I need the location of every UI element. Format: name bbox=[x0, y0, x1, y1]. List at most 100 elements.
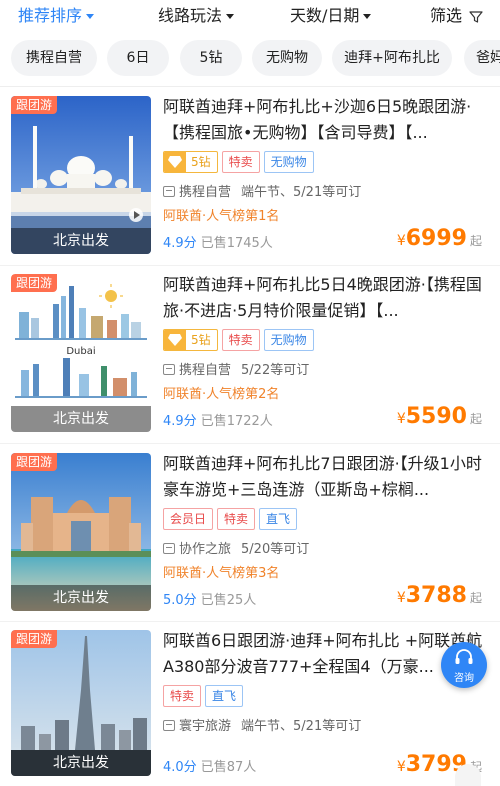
price-value: 5590 bbox=[405, 404, 467, 429]
sort-recommended-label: 推荐排序 bbox=[18, 6, 83, 25]
tag-direct-flight: 直飞 bbox=[205, 685, 244, 707]
scroll-top-handle[interactable] bbox=[455, 764, 481, 786]
chevron-down-icon bbox=[363, 14, 372, 19]
quick-filter-tags: 携程自营 6日 5钻 无购物 迪拜+阿布扎比 爸妈 bbox=[0, 38, 500, 82]
price: ¥5590 起 bbox=[397, 404, 482, 429]
svg-text:Dubai: Dubai bbox=[66, 346, 95, 357]
diamond-icon bbox=[168, 156, 182, 168]
product-title[interactable]: 阿联酋迪拜+阿布扎比+沙迦6日5晚跟团游·【携程国旅•无购物】【含司导费】【..… bbox=[163, 94, 483, 146]
score-row: 4.9分 已售1745人 bbox=[163, 234, 273, 254]
sold-count: 已售1722人 bbox=[200, 414, 273, 429]
supplier-row: 协作之旅 5/20等可订 bbox=[163, 541, 309, 559]
supplier-name: 寰宇旅游 bbox=[179, 719, 232, 734]
rating-score: 4.0分 bbox=[163, 760, 197, 775]
score-row: 5.0分 已售25人 bbox=[163, 591, 256, 611]
score-row: 4.0分 已售87人 bbox=[163, 758, 256, 778]
tag-sale: 特卖 bbox=[163, 685, 202, 707]
play-icon[interactable] bbox=[129, 208, 143, 222]
product-image: 跟团游 北京出发 bbox=[11, 453, 151, 611]
departure-city: 北京出发 bbox=[11, 228, 151, 254]
supplier-icon bbox=[163, 186, 175, 197]
tag-sale: 特卖 bbox=[221, 151, 260, 173]
price-suffix: 起 bbox=[469, 412, 482, 426]
quick-tag[interactable]: 无购物 bbox=[252, 40, 322, 76]
score-row: 4.9分 已售1722人 bbox=[163, 412, 273, 432]
product-image: 跟团游 北京出发 bbox=[11, 96, 151, 254]
departure-city: 北京出发 bbox=[11, 750, 151, 776]
sort-filter-bar: 推荐排序 线路玩法 天数/日期 筛选 bbox=[0, 0, 500, 34]
rating-score: 5.0分 bbox=[163, 593, 197, 608]
tour-type-badge: 跟团游 bbox=[11, 96, 58, 114]
sort-recommended[interactable]: 推荐排序 bbox=[18, 5, 95, 27]
supplier-icon bbox=[163, 543, 175, 554]
availability-note: 5/22等可订 bbox=[241, 363, 310, 378]
departure-city: 北京出发 bbox=[11, 585, 151, 611]
price-suffix: 起 bbox=[469, 234, 482, 248]
tag-no-shopping: 无购物 bbox=[263, 151, 314, 173]
tag-direct-flight: 直飞 bbox=[259, 508, 298, 530]
divider bbox=[0, 265, 500, 266]
product-card[interactable]: 跟团游 北京出发 阿联酋6日跟团游·迪拜+阿布扎比 +阿联酋航A380部分波音7… bbox=[0, 630, 500, 786]
sort-route-type[interactable]: 线路玩法 bbox=[158, 5, 235, 27]
product-card[interactable]: 跟团游 北京出发 阿联酋迪拜+阿布扎比+沙迦6日5晚跟团游·【携程国旅•无购物】… bbox=[0, 96, 500, 276]
supplier-icon bbox=[163, 720, 175, 731]
product-image: Dubai 跟团游 北京出发 bbox=[11, 274, 151, 432]
supplier-name: 携程自营 bbox=[179, 185, 232, 200]
sold-count: 已售25人 bbox=[200, 593, 257, 608]
product-card[interactable]: 跟团游 北京出发 阿联酋迪拜+阿布扎比7日跟团游·【升级1小时豪车游览+三岛连游… bbox=[0, 453, 500, 633]
sold-count: 已售1745人 bbox=[200, 236, 273, 251]
filter-button[interactable]: 筛选 bbox=[430, 5, 483, 27]
supplier-row: 携程自营 5/22等可订 bbox=[163, 362, 309, 380]
supplier-name: 协作之旅 bbox=[179, 542, 232, 557]
divider bbox=[0, 86, 500, 87]
product-title[interactable]: 阿联酋迪拜+阿布扎比5日4晚跟团游·【携程国旅·不进店·5月特价限量促销】【..… bbox=[163, 272, 483, 324]
tour-type-badge: 跟团游 bbox=[11, 630, 58, 648]
price: ¥6999 起 bbox=[397, 226, 482, 251]
quick-tag[interactable]: 6日 bbox=[107, 40, 169, 76]
chevron-down-icon bbox=[226, 14, 235, 19]
tour-type-badge: 跟团游 bbox=[11, 453, 58, 471]
supplier-icon bbox=[163, 364, 175, 375]
divider bbox=[0, 621, 500, 622]
product-tags: 会员日 特卖 直飞 bbox=[163, 508, 301, 530]
sort-days-date[interactable]: 天数/日期 bbox=[290, 5, 372, 27]
product-card[interactable]: Dubai 跟团游 北京出发 阿联酋迪拜+阿布扎比5日4晚跟团游·【携程国旅·不… bbox=[0, 274, 500, 454]
availability-note: 5/20等可订 bbox=[241, 542, 310, 557]
popularity-rank: 阿联酋·人气榜第3名 bbox=[163, 566, 280, 581]
filter-funnel-icon bbox=[469, 10, 483, 23]
tag-sale: 特卖 bbox=[217, 508, 256, 530]
sort-days-date-label: 天数/日期 bbox=[290, 6, 360, 25]
filter-label: 筛选 bbox=[430, 6, 463, 25]
divider bbox=[0, 443, 500, 444]
consult-button[interactable]: 咨询 bbox=[441, 642, 487, 688]
product-image: 跟团游 北京出发 bbox=[11, 630, 151, 776]
product-title[interactable]: 阿联酋迪拜+阿布扎比7日跟团游·【升级1小时豪车游览+三岛连游（亚斯岛+棕榈..… bbox=[163, 451, 483, 503]
tag-member-day: 会员日 bbox=[163, 508, 214, 530]
tag-sale: 特卖 bbox=[221, 329, 260, 351]
departure-city: 北京出发 bbox=[11, 406, 151, 432]
rating-score: 4.9分 bbox=[163, 236, 197, 251]
quick-tag[interactable]: 携程自营 bbox=[11, 40, 97, 76]
popularity-rank: 阿联酋·人气榜第1名 bbox=[163, 209, 280, 224]
tour-type-badge: 跟团游 bbox=[11, 274, 58, 292]
quick-tag[interactable]: 迪拜+阿布扎比 bbox=[332, 40, 452, 76]
quick-tag[interactable]: 爸妈 bbox=[464, 40, 500, 76]
tag-no-shopping: 无购物 bbox=[263, 329, 314, 351]
product-tags: 特卖 直飞 bbox=[163, 685, 247, 707]
product-tags: 5钻 特卖 无购物 bbox=[163, 151, 318, 173]
price-value: 6999 bbox=[405, 226, 467, 251]
diamond-rating-tag: 5钻 bbox=[163, 151, 218, 173]
supplier-row: 携程自营 端午节、5/21等可订 bbox=[163, 184, 361, 202]
diamond-icon bbox=[168, 334, 182, 346]
availability-note: 端午节、5/21等可订 bbox=[241, 185, 362, 200]
headset-icon bbox=[455, 649, 473, 664]
popularity-rank: 阿联酋·人气榜第2名 bbox=[163, 387, 280, 402]
price-suffix: 起 bbox=[469, 591, 482, 605]
price-value: 3788 bbox=[405, 583, 467, 608]
supplier-name: 携程自营 bbox=[179, 363, 232, 378]
price-currency: ¥ bbox=[396, 759, 406, 775]
quick-tag[interactable]: 5钻 bbox=[180, 40, 242, 76]
product-title[interactable]: 阿联酋6日跟团游·迪拜+阿布扎比 +阿联酋航A380部分波音777+全程国4（万… bbox=[163, 628, 483, 680]
chevron-down-icon bbox=[86, 14, 95, 19]
price-currency: ¥ bbox=[396, 411, 406, 427]
